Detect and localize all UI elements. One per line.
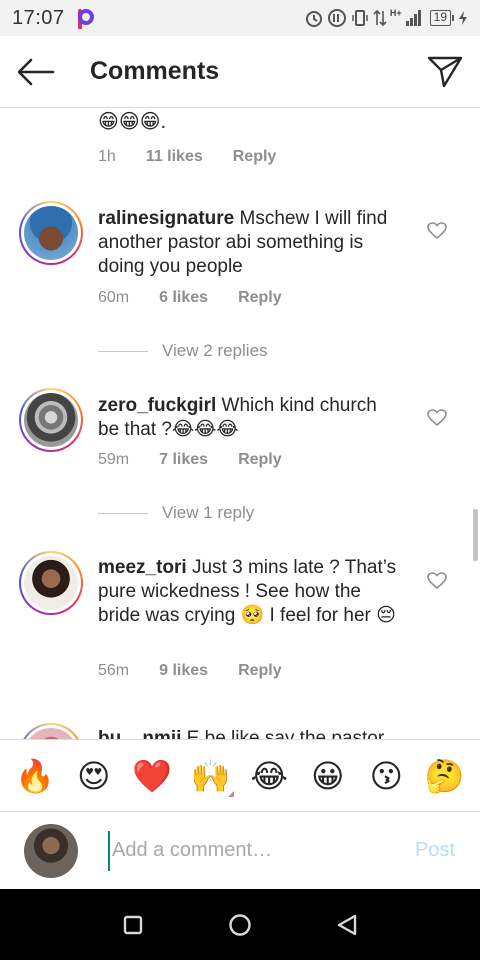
avatar[interactable] [19,388,83,452]
status-bar: 17:07 H+ 19 [0,0,480,36]
comment-composer: Post [0,811,480,889]
fire-emoji-button[interactable]: 🔥 [9,756,61,796]
back-nav-button[interactable] [327,905,367,945]
status-time: 17:07 [12,6,65,29]
reply-button[interactable]: Reply [238,289,282,307]
data-transfer-icon [373,9,387,27]
comment-content: bu__nmii E be like say the pastor [98,727,398,739]
heart-icon[interactable] [427,571,447,591]
charging-icon [459,11,467,25]
square-icon [124,915,143,934]
comments-list[interactable]: 😁😁😁. 1h 11 likes Reply ralinesignature M… [0,109,480,739]
alarm-icon [305,11,322,27]
triangle-back-icon [337,914,356,935]
back-button[interactable] [0,36,72,108]
heart-icon[interactable] [427,221,447,241]
red-heart-emoji-button[interactable]: ❤️ [126,756,178,796]
avatar [24,823,78,878]
comment-username[interactable]: zero_fuckgirl [98,395,216,416]
recents-button[interactable] [113,905,153,945]
comment-time: 1h [98,148,116,165]
comment-time: 56m [98,662,130,679]
comment-content: meez_tori Just 3 mins late ? That’s pure… [98,556,398,628]
thinking-emoji-button[interactable]: 🤔 [419,756,471,796]
heart-icon[interactable] [427,408,447,428]
vibrate-icon [352,10,368,26]
home-button[interactable] [220,905,260,945]
navigation-bar [0,889,480,960]
header: Comments [0,36,480,108]
comment-username[interactable]: bu__nmii [98,728,181,739]
avatar[interactable] [19,201,83,265]
comment-content: zero_fuckgirl Which kind church be that … [98,394,398,442]
kissing-emoji-button[interactable]: 😗 [360,756,412,796]
grinning-emoji-button[interactable]: 😀 [302,756,354,796]
comment-content: ralinesignature Mschew I will find anoth… [98,207,398,279]
network-type: H+ [389,8,402,18]
view-replies-button[interactable]: View 2 replies [98,341,268,361]
notification-app-icon [77,9,95,30]
page-title: Comments [90,57,220,85]
arrow-left-icon [17,58,55,85]
comment-text: E be like say the pastor [181,728,385,739]
comment-input[interactable] [108,830,378,871]
comment-time: 59m [98,451,130,468]
partial-comment: 😁😁😁. 1h 11 likes Reply [98,109,276,166]
battery-indicator: 19 [429,10,455,26]
data-saver-icon [327,9,346,27]
likes-count[interactable]: 9 likes [159,662,208,680]
comment-meta: 1h 11 likes Reply [98,148,276,166]
raising-hands-emoji-button[interactable]: 🙌 [185,756,237,796]
battery-level: 19 [433,10,447,24]
share-button[interactable] [410,36,480,108]
post-button[interactable]: Post [415,839,455,862]
likes-count[interactable]: 7 likes [159,451,208,469]
view-replies-label: View 2 replies [162,341,268,360]
paper-plane-icon [427,56,463,87]
heart-eyes-emoji-button[interactable]: 😍 [68,756,120,796]
comment-text: 😁😁😁. [98,111,167,133]
replies-divider [98,512,148,514]
view-replies-label: View 1 reply [162,503,255,522]
emoji-more-indicator[interactable] [228,791,234,797]
scrollbar-thumb[interactable] [473,509,478,561]
avatar[interactable] [19,551,83,615]
circle-icon [229,913,251,936]
reply-button[interactable]: Reply [233,148,277,166]
tears-of-joy-emoji-button[interactable]: 😂 [243,756,295,796]
reply-button[interactable]: Reply [238,662,282,680]
signal-icon [405,10,421,26]
reply-button[interactable]: Reply [238,451,282,469]
replies-divider [98,350,148,352]
comment-username[interactable]: ralinesignature [98,208,234,229]
comment-username[interactable]: meez_tori [98,557,187,578]
likes-count[interactable]: 6 likes [159,289,208,307]
view-replies-button[interactable]: View 1 reply [98,503,254,523]
comment-meta: 60m 6 likes Reply [98,289,282,307]
comment-meta: 56m 9 likes Reply [98,662,282,680]
status-icons: H+ 19 [304,8,468,28]
comment-meta: 59m 7 likes Reply [98,451,282,469]
avatar[interactable] [19,723,83,739]
comment-time: 60m [98,289,130,306]
emoji-quick-bar: 🔥 😍 ❤️ 🙌 😂 😀 😗 🤔 [0,739,480,811]
likes-count[interactable]: 11 likes [146,148,203,166]
